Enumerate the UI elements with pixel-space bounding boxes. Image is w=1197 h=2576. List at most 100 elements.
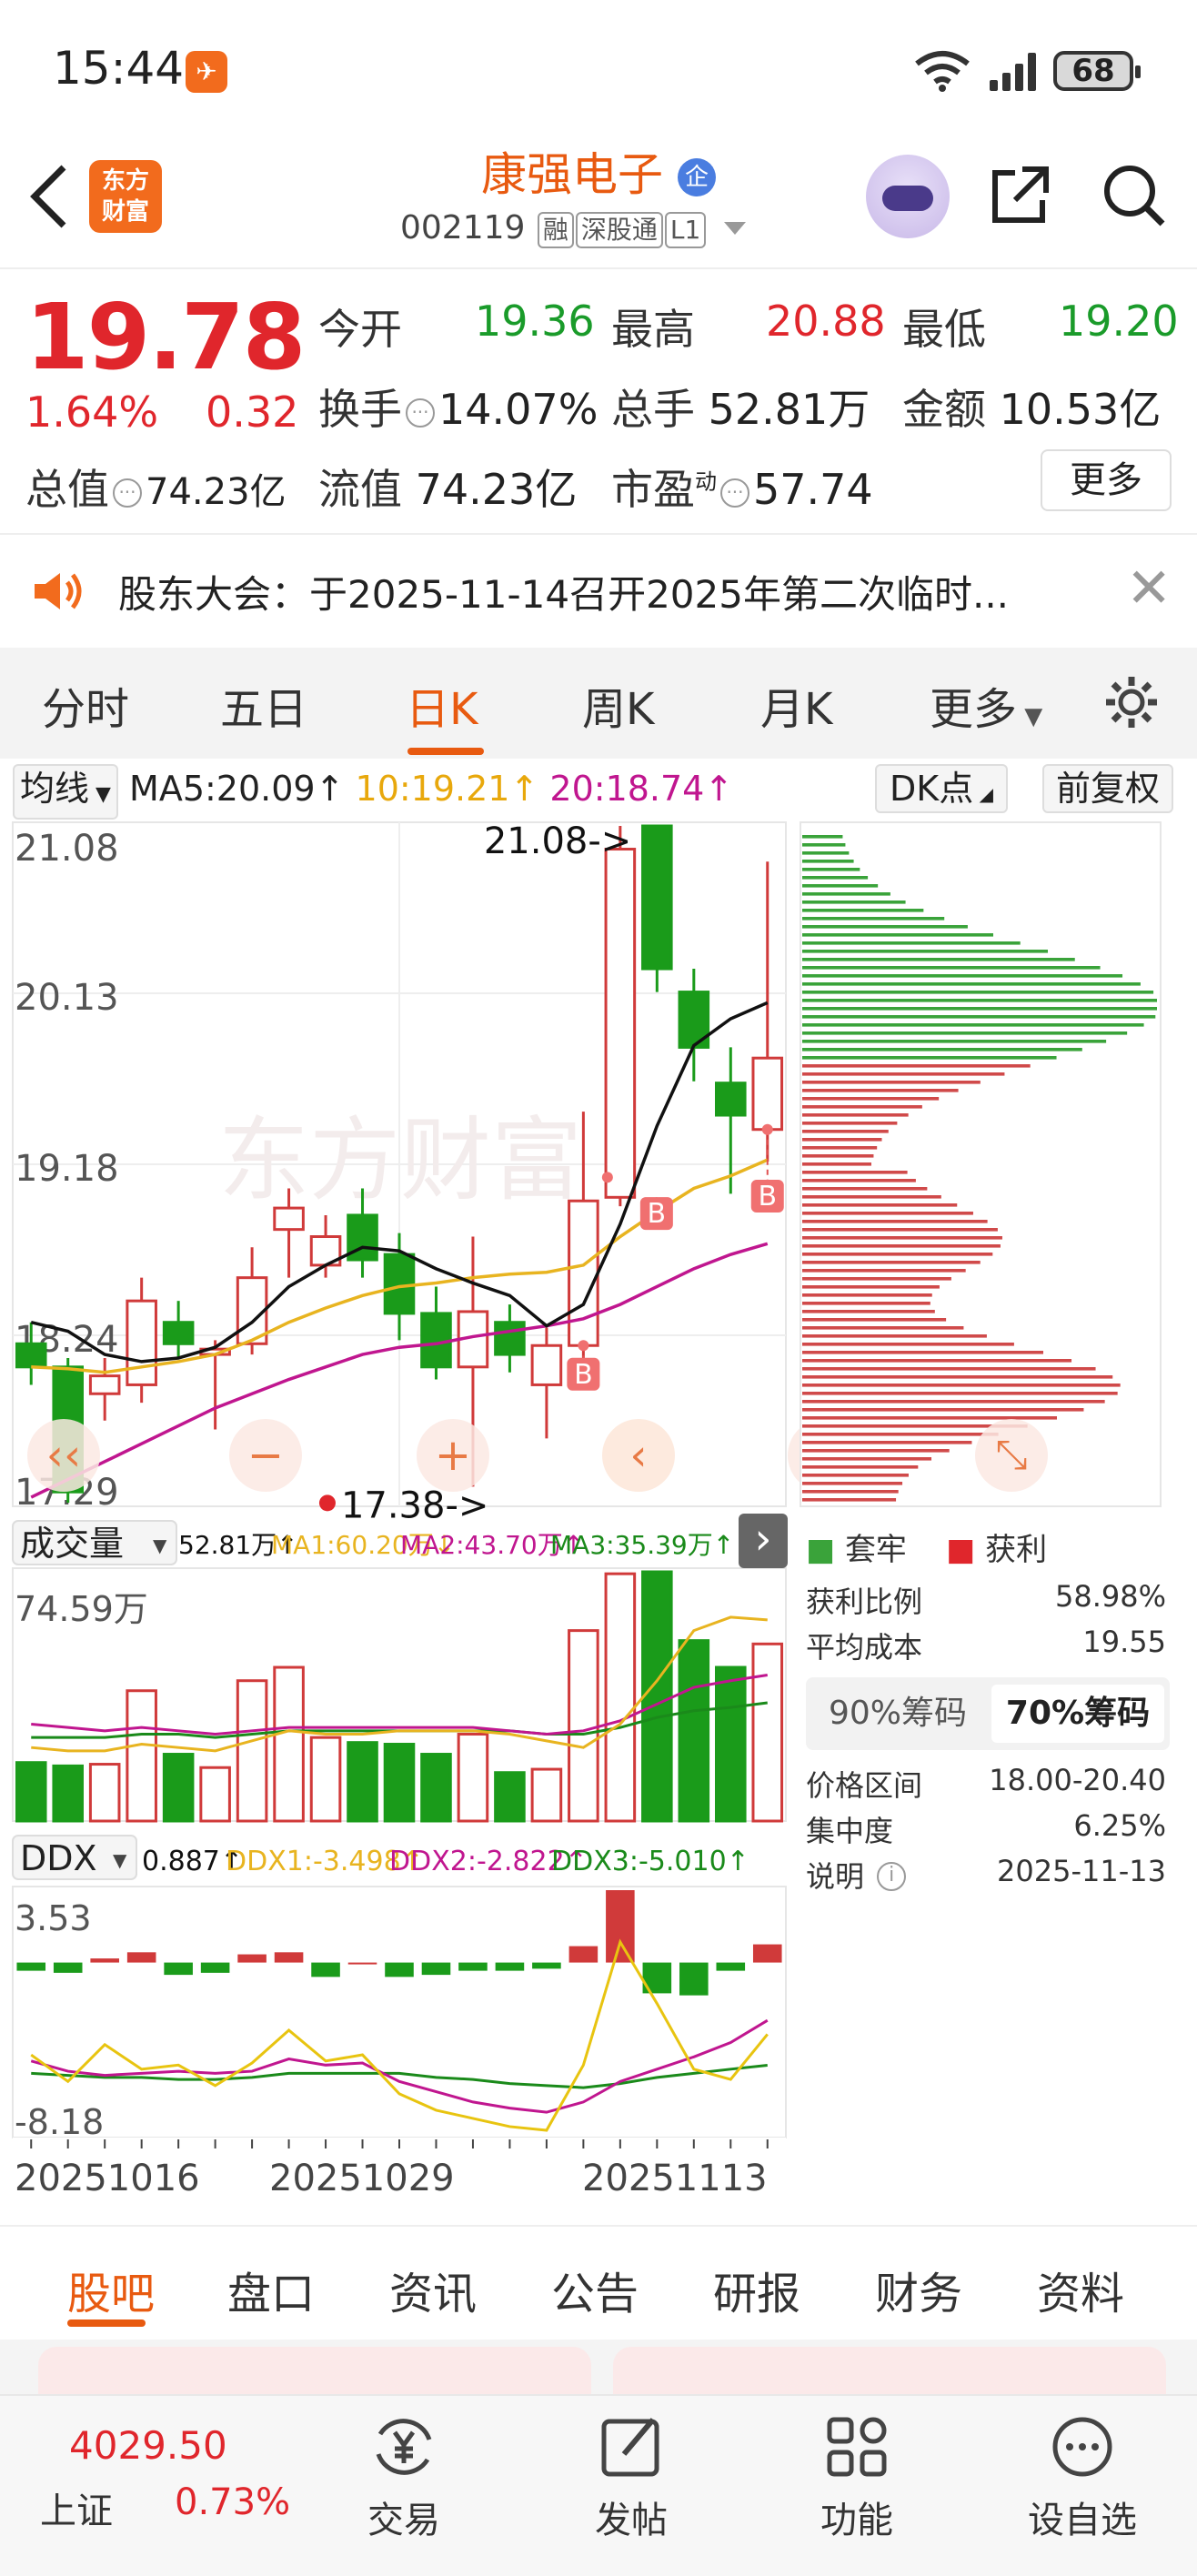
nav-functions[interactable]: 功能 (793, 2412, 920, 2543)
ddx-bar (606, 1890, 635, 1963)
buy-point-dot (601, 1172, 613, 1183)
feed-card[interactable] (38, 2347, 591, 2394)
chip-bar (802, 843, 846, 847)
chip-bar (802, 1474, 909, 1477)
chip-bar (802, 1261, 981, 1264)
ddx-ymax-label: 3.53 (15, 1898, 92, 1938)
chip-bar (802, 1015, 1156, 1019)
tab-chip-70[interactable]: 70%筹码 (991, 1685, 1164, 1743)
chip-bar (802, 1138, 882, 1142)
chip-bar (802, 1228, 998, 1232)
feed-card[interactable] (613, 2347, 1166, 2394)
chip-bar (802, 1277, 951, 1281)
chip-bar (802, 991, 1154, 994)
chip-profit-ratio: 获利比例 58.98% (806, 1579, 1166, 1619)
chart-nav-glyph: − (247, 1430, 284, 1481)
chip-bar (802, 974, 1123, 978)
chip-bar (802, 1187, 928, 1191)
chart-nav-glyph: ‹‹ (46, 1430, 81, 1481)
chip-bar (802, 901, 906, 904)
ddx-bar (274, 1952, 304, 1963)
chip-bar (802, 1392, 1118, 1395)
yen-cycle-icon (376, 2419, 432, 2475)
nav-post[interactable]: 发帖 (568, 2412, 695, 2543)
tab-finance[interactable]: 财务 (875, 2258, 962, 2321)
chip-bar (802, 1367, 1096, 1371)
active-tab-indicator (67, 2319, 146, 2327)
nav-trade[interactable]: 交易 (340, 2412, 468, 2543)
chip-bar (802, 1244, 1001, 1248)
tab-profile[interactable]: 资料 (1037, 2258, 1124, 2321)
ddx3-value: DDX3:-5.010↑ (551, 1846, 749, 1877)
volume-bar (530, 1767, 563, 1823)
chip-bar (802, 1375, 1113, 1379)
chip-bar (802, 917, 945, 921)
x-date-label: 20251113 (582, 2158, 768, 2199)
chart-nav-glyph: + (435, 1430, 471, 1481)
tab-news[interactable]: 资讯 (389, 2258, 477, 2321)
nav-add-watchlist[interactable]: 设自选 (1019, 2412, 1146, 2543)
volume-bar (604, 1572, 637, 1823)
ddx-bar (568, 1946, 598, 1963)
index-value[interactable]: 4029.50 (69, 2423, 227, 2468)
chevron-down-icon: ▼ (113, 1849, 127, 1871)
chip-bar (802, 884, 879, 888)
volume-bar (678, 1639, 710, 1823)
chip-bar (802, 1007, 1157, 1011)
candle (494, 1321, 526, 1356)
chip-bar (802, 1023, 1144, 1027)
ddx-bar (237, 1954, 267, 1963)
chip-bar (802, 860, 854, 863)
chip-bar (802, 941, 1021, 945)
chip-bar (802, 958, 1075, 961)
tab-guba[interactable]: 股吧 (67, 2258, 155, 2321)
watermark: 东方财富 (218, 1107, 582, 1213)
chip-bar (802, 1048, 1082, 1052)
tab-announcements[interactable]: 公告 (551, 2258, 639, 2321)
chip-bar (802, 1179, 916, 1182)
tab-pankou[interactable]: 盘口 (227, 2258, 315, 2321)
ddx-bar (164, 1962, 193, 1976)
chip-bar (802, 1310, 935, 1313)
candle (641, 824, 673, 971)
candle (162, 1321, 195, 1345)
ddx-bar (90, 1958, 119, 1963)
volume-selector-label: 成交量 (20, 1524, 124, 1564)
chip-bar (802, 1171, 908, 1174)
volume-bar (494, 1771, 526, 1823)
chip-bar (802, 1490, 899, 1494)
index-change-pct[interactable]: 0.73% (175, 2481, 290, 2523)
y-tick-label: 19.18 (15, 1148, 119, 1190)
info-icon[interactable]: i (877, 1862, 907, 1891)
chip-bar (802, 1253, 993, 1256)
chip-bar (802, 982, 1141, 986)
chip-bar (802, 1220, 988, 1223)
chip-price-range: 价格区间 18.00-20.40 (806, 1763, 1166, 1803)
chip-bar (802, 1212, 973, 1215)
ddx-bar (200, 1962, 230, 1973)
ddx-bar (458, 1962, 488, 1971)
tab-research[interactable]: 研报 (713, 2258, 800, 2321)
buy-point-dot (761, 1123, 773, 1135)
chip-bar (802, 1089, 959, 1092)
ddx-bar (347, 1962, 377, 1965)
volume-bar (162, 1753, 195, 1823)
chip-bar (802, 1031, 1128, 1035)
chip-bar (802, 1384, 1121, 1387)
ddx-bar (679, 1962, 709, 1996)
ddx-selector-label: DDX (20, 1838, 97, 1878)
chip-bar (802, 909, 924, 912)
volume-bar (309, 1736, 342, 1823)
chip-note: 说明 i 2025-11-13 (806, 1854, 1166, 1894)
chip-bar (802, 876, 869, 880)
chip-bar (802, 1408, 1084, 1412)
chevron-down-icon: ▼ (153, 1535, 167, 1556)
index-name[interactable]: 上证 (40, 2481, 113, 2534)
ddx-ymin-label: -8.18 (15, 2102, 104, 2142)
y-tick-label: 20.13 (15, 977, 119, 1019)
tab-chip-90[interactable]: 90%筹码 (811, 1685, 984, 1743)
volume-bar (347, 1741, 378, 1823)
chip-bar (802, 1465, 919, 1469)
chip-tabs: 90%筹码 70%筹码 (806, 1677, 1170, 1750)
chip-bar (802, 1457, 932, 1461)
